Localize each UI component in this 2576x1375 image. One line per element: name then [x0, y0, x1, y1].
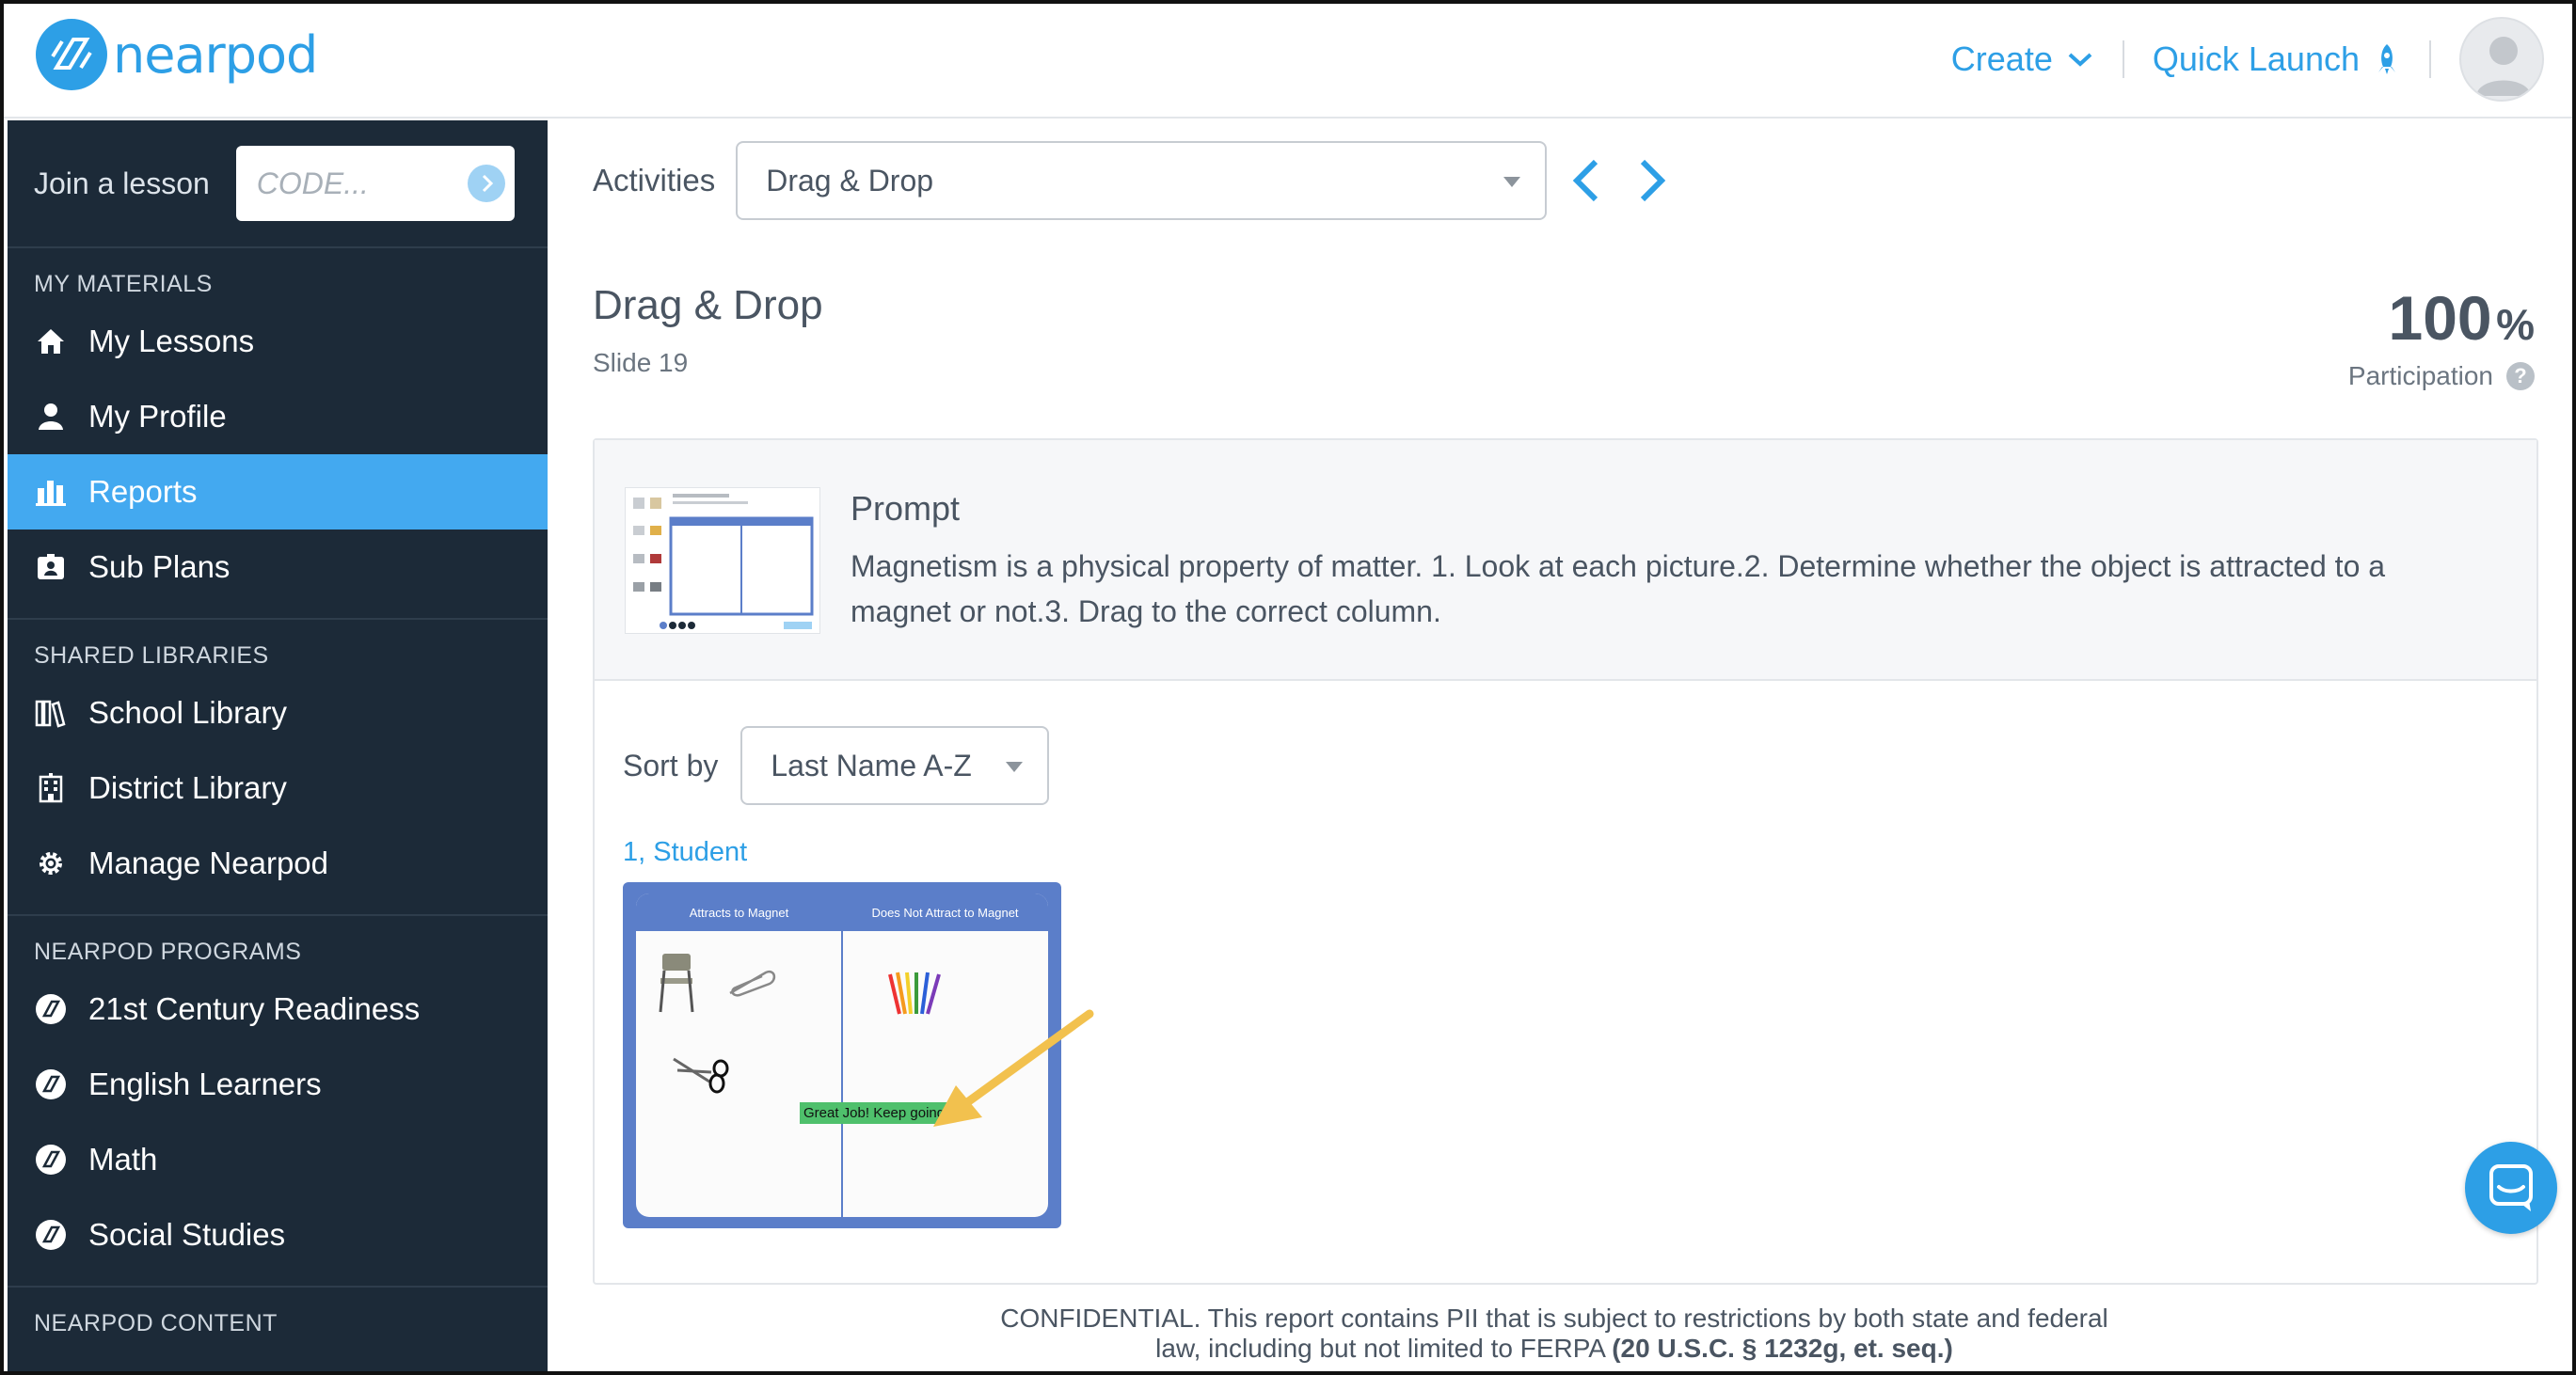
activities-dropdown[interactable]: Drag & Drop [736, 141, 1548, 220]
sidebar-item-math[interactable]: Math [8, 1122, 548, 1197]
sidebar-item-school-library[interactable]: School Library [8, 675, 548, 751]
id-badge-icon [38, 554, 64, 579]
home-icon [38, 329, 64, 354]
student-name-link[interactable]: 1, Student [623, 837, 747, 868]
sort-row: Sort by Last Name A-Z [623, 726, 1050, 805]
sidebar-item-label: School Library [88, 695, 287, 730]
sidebar-item-manage-nearpod[interactable]: Manage Nearpod [8, 826, 548, 901]
scissors-icon [673, 1057, 729, 1094]
sidebar-item-social-studies[interactable]: Social Studies [8, 1197, 548, 1272]
confidentiality-notice: CONFIDENTIAL. This report contains PII t… [990, 1304, 2119, 1364]
participation-unit: % [2496, 300, 2535, 349]
quick-launch-label: Quick Launch [2152, 40, 2360, 78]
sidebar-item-label: Sub Plans [88, 549, 231, 584]
prompt-text: Magnetism is a physical property of matt… [851, 549, 2386, 628]
gear-icon [40, 852, 62, 875]
activity-navigation [1567, 154, 1671, 207]
sidebar-item-label: My Lessons [88, 324, 255, 358]
sort-selected-value: Last Name A-Z [771, 748, 972, 782]
sidebar-item-reports[interactable]: Reports [8, 454, 548, 529]
activities-label: Activities [593, 163, 716, 198]
join-lesson: Join a lesson [8, 120, 548, 248]
sidebar-item-21st-century-readiness[interactable]: 21st Century Readiness [8, 972, 548, 1047]
section-title-shared-libraries: SHARED LIBRARIES [34, 642, 269, 669]
annotation-arrow-icon [933, 1009, 1094, 1127]
header-separator [2122, 40, 2124, 78]
sidebar-item-label: Social Studies [88, 1217, 286, 1252]
books-icon [35, 700, 66, 728]
chevron-down-icon [2068, 53, 2092, 67]
column-attracts: Attracts to Magnet [689, 905, 789, 920]
top-header: nearpod Create Quick Launch [4, 4, 2572, 119]
caret-down-icon [1006, 762, 1024, 772]
prompt-title: Prompt [851, 489, 961, 528]
bar-chart-icon [36, 481, 66, 506]
column-does-not-attract: Does Not Attract to Magnet [871, 905, 1019, 920]
nearpod-logo[interactable]: nearpod [36, 19, 318, 90]
sidebar-item-label: English Learners [88, 1067, 322, 1101]
sidebar-item-label: District Library [88, 770, 287, 805]
previous-activity-button[interactable] [1567, 154, 1605, 207]
sidebar-item-label: Math [88, 1142, 158, 1177]
sidebar-item-label: 21st Century Readiness [88, 991, 421, 1026]
app-window: nearpod Create Quick Launch Join a lesso… [0, 0, 2576, 1375]
sidebar-item-district-library[interactable]: District Library [8, 751, 548, 826]
join-submit-button[interactable] [467, 165, 505, 202]
column-divider [841, 893, 843, 1217]
join-label: Join a lesson [34, 166, 210, 200]
participation-label: Participation [2347, 361, 2493, 390]
confidentiality-citation: (20 U.S.C. § 1232g, et. seq.) [1612, 1334, 1953, 1363]
join-code-field [235, 146, 515, 221]
participation-label-row: Participation ? [2348, 361, 2535, 391]
paperclip-icon [729, 970, 776, 997]
section-title-my-materials: MY MATERIALS [34, 271, 213, 297]
sidebar-item-my-lessons[interactable]: My Lessons [8, 304, 548, 379]
sidebar-item-label: Reports [88, 474, 198, 509]
user-avatar-icon [2476, 37, 2531, 96]
user-icon [39, 403, 63, 430]
chat-launcher-button[interactable] [2465, 1142, 2557, 1234]
chair-icon [659, 954, 694, 1013]
main-content: Activities Drag & Drop Drag & Drop Slide… [548, 120, 2572, 1371]
caret-down-icon [1503, 177, 1521, 187]
activities-row: Activities Drag & Drop [593, 141, 1671, 220]
nearpod-icon [36, 1069, 66, 1099]
create-label: Create [1950, 40, 2053, 78]
nearpod-icon [36, 1145, 66, 1175]
sort-label: Sort by [623, 748, 719, 782]
rocket-icon [2378, 44, 2395, 74]
create-button[interactable]: Create [1951, 40, 2094, 79]
sidebar-item-english-learners[interactable]: English Learners [8, 1047, 548, 1122]
building-icon [39, 773, 63, 803]
slide-number: Slide 19 [593, 348, 689, 377]
slide-thumbnail[interactable] [625, 487, 820, 634]
logo-text: nearpod [113, 24, 318, 85]
sidebar-item-sub-plans[interactable]: Sub Plans [8, 529, 548, 605]
header-actions: Create Quick Launch [1951, 17, 2544, 102]
sidebar: Join a lesson MY MATERIALS My Lessons My… [8, 120, 548, 1371]
chat-icon [2489, 1164, 2533, 1211]
help-icon[interactable]: ? [2506, 362, 2535, 390]
chevron-right-icon [482, 174, 493, 193]
nearpod-icon [36, 1220, 66, 1250]
nearpod-logo-icon [36, 19, 107, 90]
join-code-input[interactable] [235, 146, 443, 221]
slide-title: Drag & Drop [593, 282, 823, 328]
header-separator [2429, 40, 2431, 78]
participation-percentage: 100 % [2389, 282, 2535, 354]
participation-value: 100 [2388, 283, 2492, 353]
sidebar-item-my-profile[interactable]: My Profile [8, 379, 548, 454]
sidebar-item-label: My Profile [88, 399, 227, 434]
quick-launch-button[interactable]: Quick Launch [2153, 40, 2401, 79]
section-title-nearpod-content: NEARPOD CONTENT [34, 1310, 278, 1336]
activities-selected-value: Drag & Drop [766, 163, 934, 198]
activity-card: Prompt Magnetism is a physical property … [593, 438, 2538, 1285]
sidebar-item-label: Manage Nearpod [88, 846, 329, 880]
nearpod-icon [36, 994, 66, 1024]
section-title-nearpod-programs: NEARPOD PROGRAMS [34, 939, 302, 965]
next-activity-button[interactable] [1633, 154, 1671, 207]
avatar[interactable] [2459, 17, 2544, 102]
sort-dropdown[interactable]: Last Name A-Z [740, 726, 1050, 805]
prompt-section: Prompt Magnetism is a physical property … [595, 440, 2536, 681]
